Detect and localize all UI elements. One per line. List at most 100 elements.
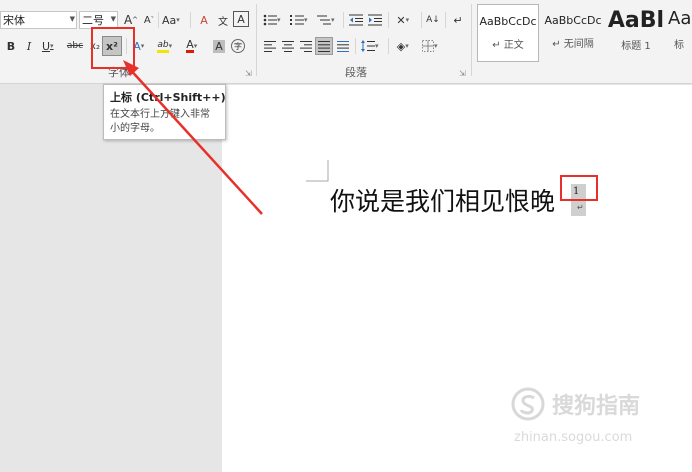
separator [388, 38, 389, 54]
chinese-layout-button[interactable]: ✕ ▾ [392, 11, 418, 29]
style-sample: AaBbCcDc [479, 15, 537, 28]
document-text[interactable]: 你说是我们相见恨晚 [330, 182, 555, 218]
highlight-color-button[interactable]: ab ▾ [154, 37, 180, 55]
show-marks-button[interactable]: ↵ [449, 11, 467, 29]
line-spacing-button[interactable]: ▾ [359, 37, 385, 55]
shading-button[interactable]: ◈ ▾ [392, 37, 418, 55]
separator [190, 12, 191, 28]
paragraph-mark: ↵ [577, 203, 584, 212]
shrink-font-icon: A [143, 14, 151, 26]
tooltip-description: 在文本行上方键入非常小的字母。 [110, 109, 210, 134]
chevron-down-icon: ▾ [434, 42, 438, 50]
increase-indent-icon [368, 14, 382, 26]
increase-indent-button[interactable] [366, 11, 384, 29]
character-shading-button[interactable]: A [210, 37, 228, 55]
enclose-characters-button[interactable]: 字 [229, 37, 247, 55]
style-normal[interactable]: AaBbCcDc ↵ 正文 [477, 4, 539, 62]
separator [445, 12, 446, 28]
strikethrough-button[interactable]: abc [64, 37, 86, 55]
clear-formatting-button[interactable]: A [195, 11, 213, 29]
chevron-down-icon: ▾ [331, 16, 335, 24]
superscript-tooltip: 上标 (Ctrl+Shift++) 在文本行上方键入非常小的字母。 [103, 84, 226, 140]
sort-button[interactable]: A↓ [424, 11, 442, 29]
superscript-highlight-box [91, 27, 135, 69]
phonetic-guide-icon: 文 [218, 16, 228, 28]
chevron-down-icon: ▼ [110, 15, 116, 23]
chevron-down-icon: ▾ [176, 16, 180, 24]
separator [388, 12, 389, 28]
align-left-button[interactable] [261, 37, 279, 55]
font-dialog-launcher-icon[interactable]: ⇲ [245, 69, 252, 78]
style-sample: Aa [668, 8, 692, 29]
change-case-icon: Aa [162, 13, 177, 27]
sort-icon: A↓ [426, 15, 440, 25]
shrink-font-button[interactable]: Aˇ [140, 11, 158, 29]
paragraph-mark-icon: ↵ [453, 13, 463, 27]
watermark: 搜狗指南 zhinan.sogou.com [510, 386, 640, 445]
chevron-down-icon: ▾ [405, 16, 410, 24]
font-color-button[interactable]: A ▾ [181, 37, 207, 55]
numbering-button[interactable]: ▾ [288, 11, 314, 29]
align-center-icon [282, 40, 294, 52]
watermark-url: zhinan.sogou.com [514, 430, 633, 445]
font-name-combo[interactable]: 宋体 ▼ [0, 11, 77, 29]
watermark-text: 搜狗指南 [552, 394, 641, 419]
chevron-down-icon: ▾ [140, 42, 145, 50]
bold-icon: B [6, 39, 16, 53]
chevron-down-icon: ▾ [277, 16, 281, 24]
decrease-indent-button[interactable] [347, 11, 365, 29]
style-name: 标题 1 [621, 41, 651, 52]
phonetic-guide-button[interactable]: 文 [214, 11, 232, 29]
justify-icon [318, 40, 330, 52]
distributed-button[interactable] [334, 37, 352, 55]
chinese-layout-icon: ✕ [396, 13, 406, 27]
italic-icon: I [26, 39, 32, 53]
chevron-down-icon: ▾ [304, 16, 308, 24]
character-border-button[interactable]: A [233, 11, 249, 27]
align-right-button[interactable] [297, 37, 315, 55]
style-no-spacing[interactable]: AaBbCcDc ↵ 无间隔 [542, 4, 604, 62]
style-heading-1[interactable]: AaBl 标题 1 [606, 4, 666, 62]
bullets-button[interactable]: ▾ [261, 11, 287, 29]
chevron-down-icon: ▼ [69, 15, 75, 23]
style-sample: AaBl [607, 8, 665, 33]
bold-button[interactable]: B [2, 37, 20, 55]
justify-button[interactable] [315, 37, 333, 55]
style-name: 标 [674, 40, 684, 51]
bullets-icon [263, 14, 277, 26]
font-color-icon: A [186, 38, 194, 53]
character-shading-icon: A [213, 39, 225, 53]
character-border-icon: A [237, 12, 245, 26]
align-right-icon [300, 40, 312, 52]
decrease-indent-icon [349, 14, 363, 26]
styles-gallery: AaBbCcDc ↵ 正文 AaBbCcDc ↵ 无间隔 AaBl 标题 1 A… [472, 0, 692, 84]
line-spacing-icon [361, 40, 375, 52]
borders-button[interactable]: ▾ [419, 37, 445, 55]
italic-button[interactable]: I [20, 37, 38, 55]
align-center-button[interactable] [279, 37, 297, 55]
strikethrough-icon: abc [66, 41, 84, 51]
chevron-down-icon: ▾ [405, 42, 409, 50]
align-left-icon [264, 40, 276, 52]
tooltip-title: 上标 (Ctrl+Shift++) [110, 91, 226, 104]
multilevel-list-button[interactable]: ▾ [315, 11, 341, 29]
separator [355, 38, 356, 54]
chevron-down-icon: ▾ [168, 42, 173, 50]
change-case-button[interactable]: Aa ▾ [162, 11, 184, 29]
underline-icon: U [41, 39, 51, 53]
separator [421, 12, 422, 28]
paragraph-dialog-launcher-icon[interactable]: ⇲ [459, 69, 466, 78]
style-heading-2[interactable]: Aa 标 [668, 4, 692, 62]
margin-corner-mark [306, 160, 329, 182]
grow-font-icon: A [123, 13, 133, 27]
paragraph-group-label: 段落 [345, 66, 367, 79]
underline-button[interactable]: U ▾ [38, 37, 62, 55]
borders-icon [422, 40, 434, 52]
paragraph-group: ▾ ▾ ▾ ✕ ▾ A↓ ↵ ▾ ◈ ▾ ▾ 段落 ⇲ [257, 0, 471, 84]
separator [343, 12, 344, 28]
multilevel-list-icon [317, 15, 331, 25]
eraser-icon: A [200, 13, 208, 27]
style-name: ↵ 正文 [492, 40, 524, 51]
font-name-value: 宋体 [3, 14, 25, 27]
chevron-down-icon: ▾ [50, 42, 54, 50]
